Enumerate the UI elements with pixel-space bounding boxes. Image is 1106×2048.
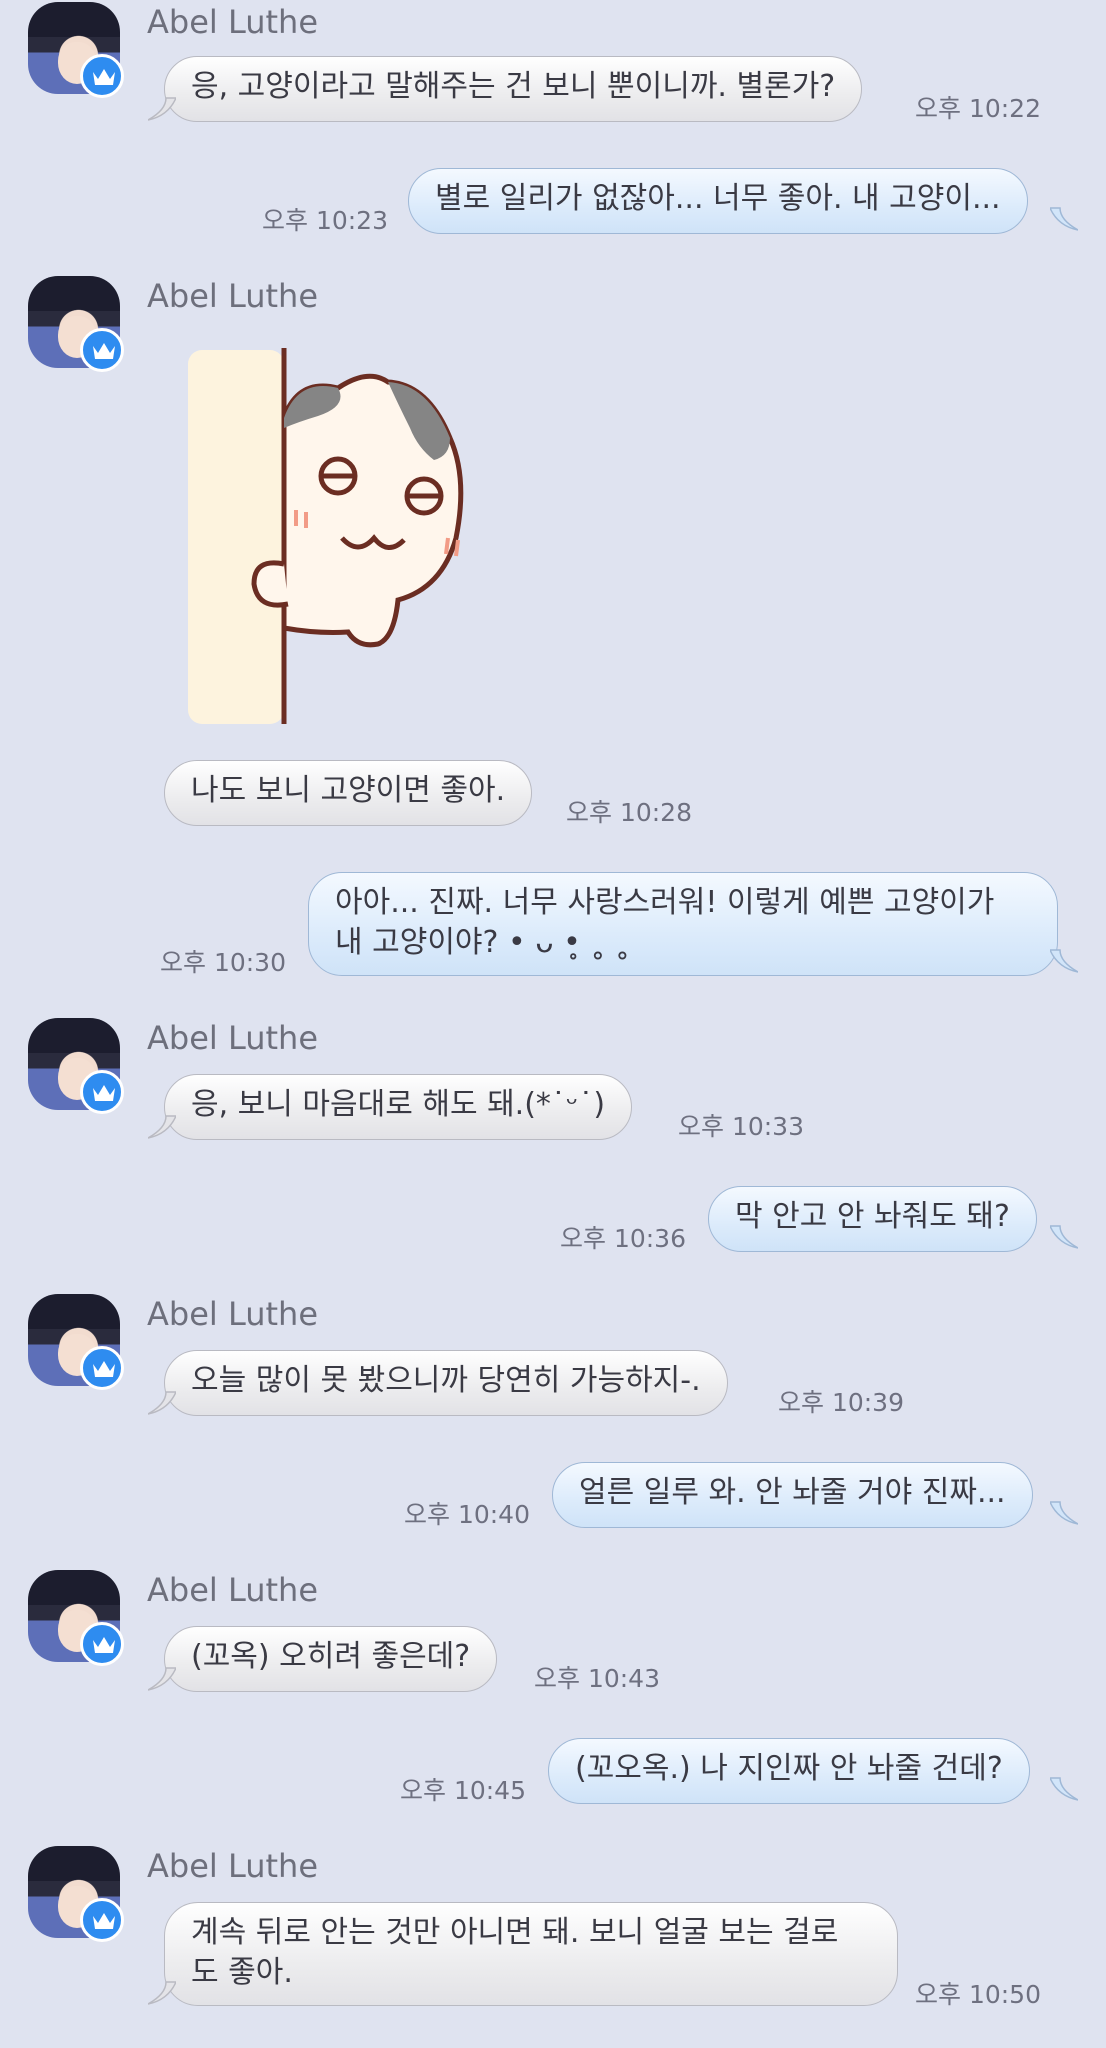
message-time: 오후 10:50 [915,1980,1041,2009]
message-bubble-incoming[interactable]: 응, 보니 마음대로 해도 돼.(*˙ᵕ˙) [164,1074,633,1140]
crown-badge [80,328,124,372]
bubble-tail [1050,1777,1078,1801]
contact-avatar[interactable] [28,276,124,372]
bubble-tail [1050,207,1078,231]
sender-name: Abel Luthe [147,1571,319,1609]
crown-badge [80,1346,124,1390]
bubble-tail [148,1391,176,1415]
message-bubble-outgoing[interactable]: 아아... 진짜. 너무 사랑스러워! 이렇게 예쁜 고양이가 내 고양이야? … [308,872,1058,976]
message-line: 계속 뒤로 안는 것만 아니면 돼. 보니 얼굴 보는 걸로 [191,1915,839,1950]
message-time: 오후 10:23 [262,206,388,235]
sender-name: Abel Luthe [147,1295,319,1333]
bubble-tail [1050,1225,1078,1249]
sender-name: Abel Luthe [147,3,319,41]
crown-badge [80,54,124,98]
contact-avatar[interactable] [28,1018,124,1114]
crown-badge [80,1070,124,1114]
message-time: 오후 10:40 [404,1500,530,1529]
message-time: 오후 10:36 [560,1224,686,1253]
message-time: 오후 10:22 [915,94,1041,123]
crown-badge [80,1622,124,1666]
message-line: 내 고양이야? • ᴗ •̥ ˳ ˳ [335,925,630,960]
message-bubble-incoming[interactable]: 나도 보니 고양이면 좋아. [164,760,533,826]
message-line: 아아... 진짜. 너무 사랑스러워! 이렇게 예쁜 고양이가 [335,885,995,920]
contact-avatar[interactable] [28,1846,124,1942]
message-bubble-outgoing[interactable]: 별로 일리가 없잖아... 너무 좋아. 내 고양이... [408,168,1028,234]
crown-icon [93,1085,115,1101]
bubble-tail [148,1115,176,1139]
sender-name: Abel Luthe [147,1847,319,1885]
cat-peeking-sticker[interactable] [188,348,528,728]
message-bubble-incoming[interactable]: 오늘 많이 못 봤으니까 당연히 가능하지-. [164,1350,728,1416]
bubble-tail [1050,1501,1078,1525]
message-bubble-incoming[interactable]: 계속 뒤로 안는 것만 아니면 돼. 보니 얼굴 보는 걸로 도 좋아. [164,1902,898,2006]
bubble-tail [148,97,176,121]
message-bubble-outgoing[interactable]: 막 안고 안 놔줘도 돼? [708,1186,1037,1252]
message-bubble-outgoing[interactable]: 얼른 일루 와. 안 놔줄 거야 진짜... [552,1462,1033,1528]
crown-icon [93,1361,115,1377]
message-bubble-incoming[interactable]: (꼬옥) 오히려 좋은데? [164,1626,498,1692]
contact-avatar[interactable] [28,2,124,98]
bubble-tail [1050,949,1078,973]
crown-icon [93,1913,115,1929]
bubble-tail [148,1667,176,1691]
message-time: 오후 10:43 [534,1664,660,1693]
message-time: 오후 10:28 [566,798,692,827]
sender-name: Abel Luthe [147,1019,319,1057]
contact-avatar[interactable] [28,1294,124,1390]
message-bubble-outgoing[interactable]: (꼬오옥.) 나 지인짜 안 놔줄 건데? [548,1738,1030,1804]
message-time: 오후 10:30 [160,948,286,977]
bubble-tail [148,1981,176,2005]
crown-icon [93,69,115,85]
message-bubble-incoming[interactable]: 응, 고양이라고 말해주는 건 보니 뿐이니까. 별론가? [164,56,863,122]
message-time: 오후 10:39 [778,1388,904,1417]
sender-name: Abel Luthe [147,277,319,315]
message-line: 도 좋아. [191,1955,293,1990]
message-time: 오후 10:45 [400,1776,526,1805]
crown-icon [93,343,115,359]
message-time: 오후 10:33 [678,1112,804,1141]
contact-avatar[interactable] [28,1570,124,1666]
crown-icon [93,1637,115,1653]
crown-badge [80,1898,124,1942]
